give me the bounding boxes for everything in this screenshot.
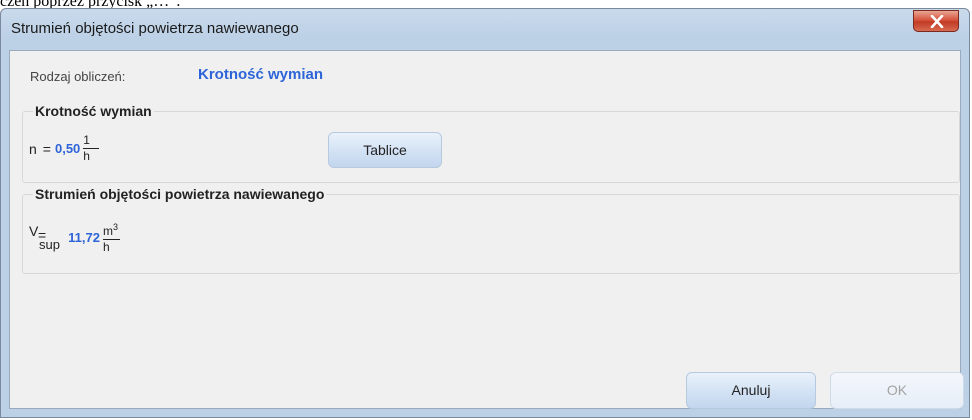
exchange-equals: =: [42, 140, 51, 157]
window-title: Strumień objętości powietrza nawiewanego: [11, 20, 299, 37]
flow-value: 11,72: [68, 230, 100, 245]
cancel-button[interactable]: Anuluj: [686, 372, 816, 409]
ok-button[interactable]: OK: [830, 372, 964, 409]
exchange-unit: 1 h: [83, 134, 100, 163]
flow-formula: V sup = 11,72 m3 h: [29, 221, 120, 254]
title-bar[interactable]: Strumień objętości powietrza nawiewanego: [1, 9, 969, 51]
exchange-unit-denominator: h: [83, 149, 90, 163]
calc-type-value[interactable]: Krotność wymian: [198, 66, 323, 83]
flow-unit-exponent: 3: [112, 222, 118, 232]
group-flow-title: Strumień objętości powietrza nawiewanego: [33, 186, 327, 202]
dialog-window: Strumień objętości powietrza nawiewanego…: [0, 8, 970, 418]
dialog-content: Rodzaj obliczeń: Krotność wymian Krotnoś…: [9, 50, 964, 409]
tables-button[interactable]: Tablice: [328, 132, 442, 168]
group-exchange-title: Krotność wymian: [33, 103, 154, 119]
exchange-formula: n = 0,50 1 h: [29, 134, 100, 163]
exchange-value: 0,50: [54, 141, 81, 156]
group-air-flow: Strumień objętości powietrza nawiewanego…: [22, 186, 960, 274]
close-button[interactable]: [913, 10, 959, 32]
flow-unit-denominator: h: [102, 240, 110, 254]
flow-unit-m: m: [102, 224, 113, 238]
exchange-unit-numerator: 1: [83, 134, 100, 149]
flow-symbol: V: [29, 222, 39, 239]
exchange-symbol: n: [29, 140, 37, 157]
flow-unit: m3 h: [102, 221, 120, 254]
flow-unit-numerator: m3: [102, 221, 120, 240]
group-exchange-rate: Krotność wymian n = 0,50 1 h Tablice: [22, 103, 960, 183]
close-icon: [930, 15, 944, 28]
flow-equals: =: [37, 226, 47, 243]
calc-type-label: Rodzaj obliczeń:: [30, 69, 126, 84]
